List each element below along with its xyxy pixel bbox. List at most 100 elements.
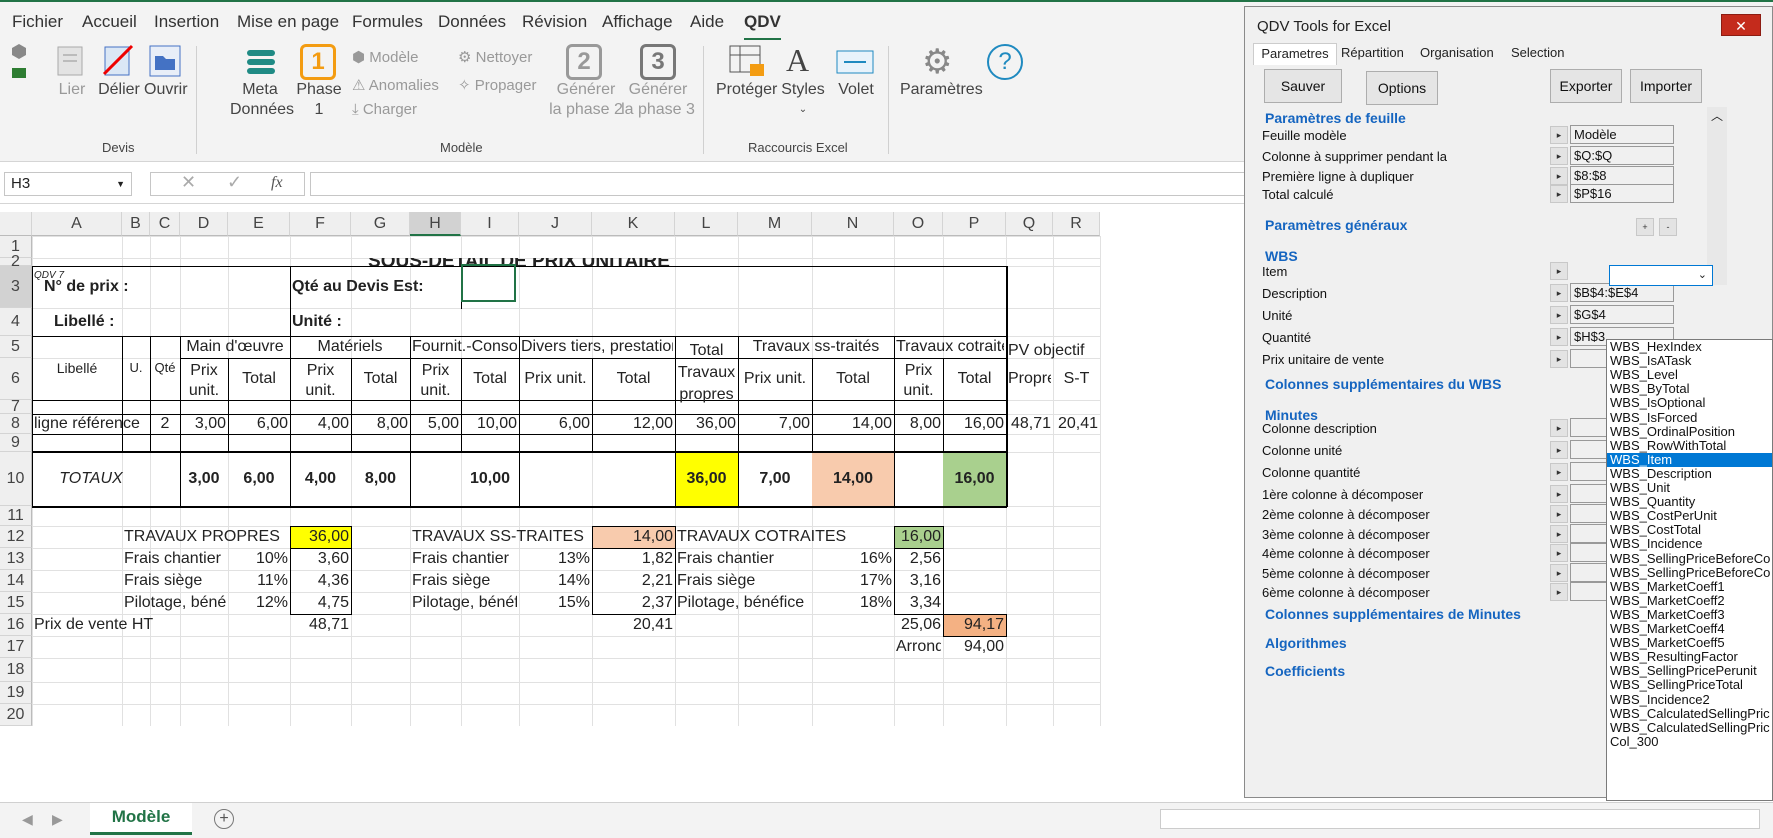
cell[interactable]: 7,00 (740, 452, 810, 506)
cell[interactable]: ligne référence (34, 414, 144, 434)
column-header[interactable]: G (351, 212, 410, 236)
cell[interactable]: Frais siège (412, 570, 517, 592)
cell[interactable]: Frais chantier (677, 548, 810, 570)
lier-button[interactable]: Lier (55, 80, 89, 100)
wbs-field-dropdown-list[interactable]: WBS_HexIndex WBS_IsATask WBS_Level WBS_ByTo… (1606, 339, 1773, 801)
menu-revision[interactable]: Révision (522, 12, 587, 32)
column-header[interactable]: O (894, 212, 943, 236)
cell[interactable]: Prix unit. (521, 358, 590, 400)
column-header[interactable]: M (738, 212, 812, 236)
cell[interactable]: Total (463, 358, 517, 400)
cell[interactable]: 16,00 (945, 452, 1004, 506)
column-header[interactable]: I (461, 212, 519, 236)
cell[interactable]: Total (594, 358, 673, 400)
cell[interactable]: 4,36 (292, 570, 349, 592)
dropdown-option[interactable]: WBS_MarketCoeff2 (1610, 593, 1725, 608)
charger-button[interactable]: ⤓ Charger (352, 101, 417, 118)
cell[interactable]: 18% (814, 592, 892, 614)
importer-button[interactable]: Importer (1630, 69, 1702, 103)
column-header[interactable]: L (675, 212, 738, 236)
cell[interactable]: 36,00 (292, 526, 349, 548)
dropdown-option[interactable]: WBS_OrdinalPosition (1610, 424, 1735, 439)
cell[interactable]: Frais chantier (412, 548, 517, 570)
tab-selection[interactable]: Selection (1511, 45, 1564, 60)
cell[interactable]: Frais siège (124, 570, 226, 592)
help-icon[interactable]: ? (987, 44, 1023, 80)
cell[interactable]: Main d'œuvre (182, 336, 288, 358)
scrollbar[interactable]: ︿ (1707, 107, 1727, 285)
prev-sheet-icon[interactable]: ◀ (22, 811, 33, 828)
cell[interactable]: Pilotage, bénéfice (677, 592, 810, 614)
expand-arrow-icon[interactable]: ▸ (1550, 583, 1568, 601)
cell[interactable]: 25,06 (896, 614, 941, 636)
cell[interactable]: 4,75 (292, 592, 349, 614)
cell[interactable]: TRAVAUX COTRAITES (677, 526, 892, 548)
parametres-button[interactable]: Paramètres (900, 80, 983, 100)
cell[interactable]: Libellé : (34, 308, 178, 336)
expand-arrow-icon[interactable]: ▸ (1550, 262, 1568, 280)
wbs-value[interactable]: $G$4 (1570, 305, 1674, 324)
cell[interactable]: S-T (1055, 358, 1098, 400)
cell[interactable]: Qté au Devis Est: (292, 266, 427, 308)
expand-arrow-icon[interactable]: ▸ (1550, 564, 1568, 582)
selected-cell-h3[interactable] (461, 264, 516, 302)
add-sheet-icon[interactable]: + (214, 809, 234, 829)
expand-arrow-icon[interactable]: ▸ (1550, 525, 1568, 543)
cell[interactable]: Prix unit. (412, 361, 459, 403)
row-header[interactable]: 14 (0, 570, 32, 592)
expand-arrow-icon[interactable]: ▸ (1550, 306, 1568, 324)
column-header[interactable]: E (228, 212, 290, 236)
dropdown-option[interactable]: WBS_MarketCoeff3 (1610, 607, 1725, 622)
menu-insertion[interactable]: Insertion (154, 12, 219, 32)
dropdown-option[interactable]: WBS_SellingPriceTotal (1610, 677, 1743, 692)
cell[interactable]: Frais chantier (124, 548, 226, 570)
row-header[interactable]: 12 (0, 526, 32, 548)
column-header[interactable]: H (410, 212, 461, 236)
cell[interactable]: 16,00 (896, 526, 941, 548)
propager-button[interactable]: ✧ Propager (458, 76, 536, 94)
row-header[interactable]: 13 (0, 548, 32, 570)
proteger-button[interactable]: Protéger (716, 80, 777, 100)
minus-button[interactable]: - (1659, 218, 1677, 236)
column-header[interactable]: J (519, 212, 592, 236)
dropdown-option[interactable]: WBS_Level (1610, 367, 1678, 382)
cell[interactable]: 15% (521, 592, 590, 614)
cell[interactable]: 36,00 (677, 452, 736, 506)
cell[interactable]: SOUS-DETAIL DE PRIX UNITAIRE (34, 258, 1004, 266)
cell[interactable]: U. (124, 336, 148, 400)
row-header[interactable]: 18 (0, 658, 32, 682)
dropdown-option[interactable]: WBS_MarketCoeff4 (1610, 621, 1725, 636)
expand-arrow-icon[interactable]: ▸ (1550, 544, 1568, 562)
cell[interactable]: 14,00 (814, 414, 892, 434)
horizontal-scrollbar[interactable] (1160, 809, 1760, 829)
cell[interactable]: 14,00 (814, 452, 892, 506)
cell[interactable]: Matériels (292, 336, 408, 358)
cell[interactable]: 4,00 (292, 414, 349, 434)
expand-arrow-icon[interactable]: ▸ (1550, 284, 1568, 302)
cell[interactable]: Pilotage, bénéfice (412, 592, 517, 614)
cell[interactable]: 6,00 (521, 414, 590, 434)
row-header[interactable]: 7 (0, 399, 32, 415)
cell[interactable]: TRAVAUX PROPRES (124, 526, 288, 548)
cell[interactable]: 94,00 (945, 636, 1004, 658)
select-all-corner[interactable] (0, 212, 32, 236)
cell[interactable]: 10% (230, 548, 288, 570)
column-header[interactable]: A (32, 212, 122, 236)
dropdown-option[interactable]: WBS_SellingPriceBeforeCo (1610, 565, 1770, 580)
generer-phase3-button[interactable]: Générer la phase 3 (620, 80, 696, 120)
cell[interactable]: 11% (230, 570, 288, 592)
dropdown-option[interactable]: WBS_MarketCoeff1 (1610, 579, 1725, 594)
menu-qdv[interactable]: QDV (744, 12, 781, 41)
name-box[interactable]: H3 ▼ (4, 172, 132, 196)
row-header[interactable]: 20 (0, 704, 32, 726)
expand-arrow-icon[interactable]: ▸ (1550, 505, 1568, 523)
cell[interactable]: Total (814, 358, 892, 400)
cell[interactable]: Total (353, 358, 408, 400)
expand-arrow-icon[interactable]: ▸ (1550, 126, 1568, 144)
cell[interactable]: Prix unit. (182, 361, 226, 403)
dropdown-option[interactable]: WBS_MarketCoeff5 (1610, 635, 1725, 650)
generer-phase2-button[interactable]: Générer la phase 2 (548, 80, 624, 120)
row-header[interactable]: 10 (0, 452, 32, 506)
menu-aide[interactable]: Aide (690, 12, 724, 32)
dropdown-option[interactable]: WBS_CostPerUnit (1610, 508, 1717, 523)
